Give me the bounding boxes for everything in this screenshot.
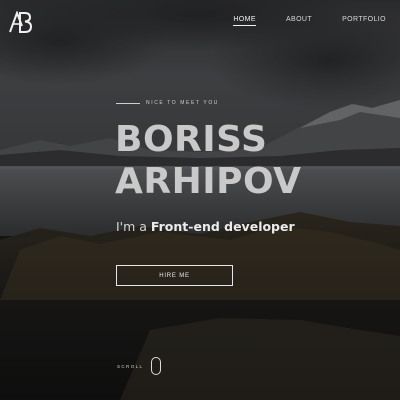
eyebrow-divider bbox=[116, 102, 140, 104]
scroll-indicator[interactable]: SCROLL bbox=[117, 357, 162, 375]
nav-item-portfolio[interactable]: PORTFOLIO bbox=[342, 16, 386, 26]
eyebrow-text: NICE TO MEET YOU bbox=[146, 100, 220, 106]
logo-mark-icon bbox=[9, 11, 33, 33]
nav-item-home[interactable]: HOME bbox=[233, 16, 256, 26]
tagline-role: Front-end developer bbox=[150, 219, 295, 234]
main-nav: HOME ABOUT PORTFOLIO bbox=[203, 16, 386, 26]
hero-eyebrow: NICE TO MEET YOU bbox=[116, 100, 219, 106]
hero-last-name: ARHIPOV bbox=[115, 161, 302, 202]
mouse-scroll-icon[interactable] bbox=[151, 357, 162, 375]
hero-name: BORISS ARHIPOV bbox=[115, 119, 302, 203]
hero-tagline: I'm a Front-end developer bbox=[116, 219, 295, 234]
logo[interactable] bbox=[9, 11, 33, 33]
nav-item-about[interactable]: ABOUT bbox=[286, 16, 312, 26]
hero-first-name: BORISS bbox=[115, 119, 268, 160]
tagline-prefix: I'm a bbox=[116, 219, 151, 234]
hire-me-button[interactable]: HIRE ME bbox=[116, 265, 233, 286]
scroll-label: SCROLL bbox=[117, 363, 144, 369]
